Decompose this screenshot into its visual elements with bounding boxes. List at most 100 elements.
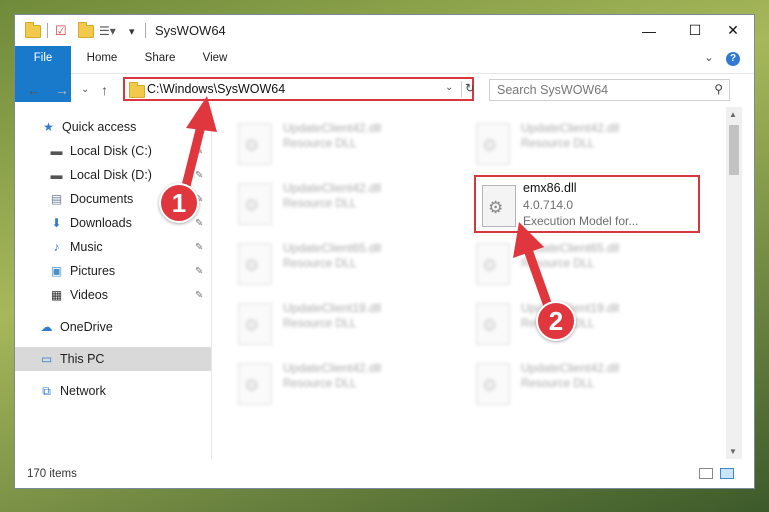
music-icon: ♪ <box>53 240 60 254</box>
dll-file-icon <box>476 243 510 285</box>
computer-icon: ▭ <box>40 352 53 366</box>
network-icon: ⧉ <box>42 383 51 398</box>
drive-icon: ▬ <box>50 144 63 158</box>
refresh-icon[interactable]: ↻ <box>461 81 479 97</box>
file-description: Resource DLL <box>283 258 357 270</box>
step-2-badge: 2 <box>536 301 576 341</box>
sidebar-item-label: Music <box>70 240 103 254</box>
sidebar-item-label: OneDrive <box>60 320 113 334</box>
address-folder-icon <box>129 82 145 98</box>
file-name: UpdateClient42.dll <box>283 181 382 195</box>
dll-file-icon <box>476 123 510 165</box>
dll-file-icon <box>482 185 516 227</box>
minimize-button[interactable]: — <box>626 15 672 46</box>
ribbon: File Home Share View ⌄ ? <box>15 46 754 102</box>
qa-dropdown-icon[interactable]: ▾ <box>129 23 135 39</box>
pin-icon[interactable]: ✎ <box>195 242 203 253</box>
file-description: Resource DLL <box>283 138 357 150</box>
scroll-thumb[interactable] <box>729 125 739 175</box>
sidebar-item-pictures[interactable]: ▣ Pictures ✎ <box>15 259 211 283</box>
file-name: UpdateClient42.dll <box>521 361 620 375</box>
sidebar-item-music[interactable]: ♪ Music ✎ <box>15 235 211 259</box>
scroll-up-icon[interactable]: ▲ <box>729 110 737 119</box>
cloud-icon: ☁ <box>40 320 53 334</box>
search-input[interactable]: Search SysWOW64 ⚲ <box>489 79 730 101</box>
list-item[interactable]: UpdateClient42.dll Resource DLL <box>212 353 432 409</box>
navigation-bar: ← → ⌄ ↑ C:\Windows\SysWOW64 ⌄ ↻ Search S… <box>15 73 754 107</box>
details-view-icon[interactable] <box>699 468 713 479</box>
large-icons-view-icon[interactable] <box>720 468 734 479</box>
back-arrow-icon[interactable]: ← <box>27 82 41 98</box>
scroll-down-icon[interactable]: ▼ <box>729 447 737 456</box>
sidebar-item-videos[interactable]: ▦ Videos ✎ <box>15 283 211 307</box>
up-arrow-icon[interactable]: ↑ <box>101 82 108 98</box>
pin-icon[interactable]: ✎ <box>195 170 203 181</box>
file-list: UpdateClient42.dll Resource DLL UpdateCl… <box>212 107 726 459</box>
forward-arrow-icon[interactable]: → <box>55 82 69 98</box>
dll-file-icon <box>238 183 272 225</box>
customize-qa-icon[interactable]: ☰▾ <box>99 23 116 39</box>
pin-icon[interactable]: ✎ <box>195 290 203 301</box>
pin-icon[interactable]: ✎ <box>195 146 203 157</box>
file-explorer-window: ☑ ☰▾ ▾ SysWOW64 — ☐ ✕ File Home Share Vi… <box>14 14 755 489</box>
list-item[interactable]: UpdateClient42.dll Resource DLL <box>450 113 670 169</box>
window-title: SysWOW64 <box>155 23 226 38</box>
pictures-icon: ▣ <box>50 264 63 278</box>
search-icon[interactable]: ⚲ <box>714 82 723 96</box>
dll-file-icon <box>238 303 272 345</box>
star-icon: ★ <box>43 120 54 134</box>
sidebar-item-label: Local Disk (D:) <box>70 168 152 182</box>
sidebar-item-label: This PC <box>60 352 105 366</box>
sidebar-item-quick-access[interactable]: ★ Quick access <box>15 115 211 139</box>
sidebar-item-label: Documents <box>70 192 134 206</box>
list-item[interactable]: UpdateClient42.dll Resource DLL <box>212 173 432 229</box>
list-item[interactable]: UpdateClient19.dll Resource DLL <box>212 293 432 349</box>
file-description: Resource DLL <box>521 378 595 390</box>
address-path: C:\Windows\SysWOW64 <box>147 82 286 96</box>
file-description: Execution Model for... <box>523 214 639 228</box>
title-bar: ☑ ☰▾ ▾ SysWOW64 — ☐ ✕ <box>15 15 754 46</box>
pin-icon[interactable]: ✎ <box>195 218 203 229</box>
sidebar-item-label: Network <box>60 384 106 398</box>
recent-locations-icon[interactable]: ⌄ <box>81 84 89 95</box>
title-separator <box>145 23 146 38</box>
file-version: 4.0.714.0 <box>523 198 574 212</box>
dll-file-icon <box>476 363 510 405</box>
properties-icon[interactable]: ☑ <box>55 23 67 39</box>
address-dropdown-icon[interactable]: ⌄ <box>445 82 453 93</box>
toolbar-separator <box>47 23 48 38</box>
help-icon[interactable]: ? <box>723 46 743 71</box>
highlighted-file-emx86[interactable]: emx86.dll 4.0.714.0 Execution Model for.… <box>474 175 700 233</box>
sidebar-item-label: Videos <box>70 288 108 302</box>
sidebar-item-network[interactable]: ⧉ Network <box>15 379 211 403</box>
file-name: emx86.dll <box>523 181 577 195</box>
sidebar-item-label: Quick access <box>62 120 137 134</box>
download-icon: ⬇ <box>51 216 62 230</box>
sidebar-item-local-disk-c[interactable]: ▬ Local Disk (C:) ✎ <box>15 139 211 163</box>
list-item[interactable]: UpdateClient42.dll Resource DLL <box>450 353 670 409</box>
address-bar[interactable]: C:\Windows\SysWOW64 ⌄ ↻ <box>123 77 475 101</box>
tab-share[interactable]: Share <box>135 46 185 71</box>
sidebar-item-label: Downloads <box>70 216 132 230</box>
tab-home[interactable]: Home <box>77 46 127 71</box>
close-button[interactable]: ✕ <box>710 15 754 46</box>
list-item[interactable]: UpdateClient65.dll Resource DLL <box>450 233 670 289</box>
file-description: Resource DLL <box>521 138 595 150</box>
pin-icon[interactable]: ✎ <box>195 266 203 277</box>
dll-file-icon <box>238 123 272 165</box>
file-name: UpdateClient42.dll <box>521 121 620 135</box>
status-bar: 170 items <box>15 459 754 488</box>
list-item[interactable]: UpdateClient65.dll Resource DLL <box>212 233 432 289</box>
list-item[interactable]: UpdateClient42.dll Resource DLL <box>212 113 432 169</box>
dll-file-icon <box>238 243 272 285</box>
tab-view[interactable]: View <box>193 46 237 71</box>
sidebar-item-this-pc[interactable]: ▭ This PC <box>15 347 211 371</box>
new-folder-icon[interactable] <box>78 21 94 39</box>
search-placeholder: Search SysWOW64 <box>497 83 609 97</box>
ribbon-expand-icon[interactable]: ⌄ <box>699 46 719 71</box>
file-description: Resource DLL <box>521 258 595 270</box>
help-glyph: ? <box>726 52 740 66</box>
item-count: 170 items <box>27 468 77 480</box>
sidebar-item-onedrive[interactable]: ☁ OneDrive <box>15 315 211 339</box>
vertical-scrollbar[interactable]: ▲ ▼ <box>726 107 742 459</box>
